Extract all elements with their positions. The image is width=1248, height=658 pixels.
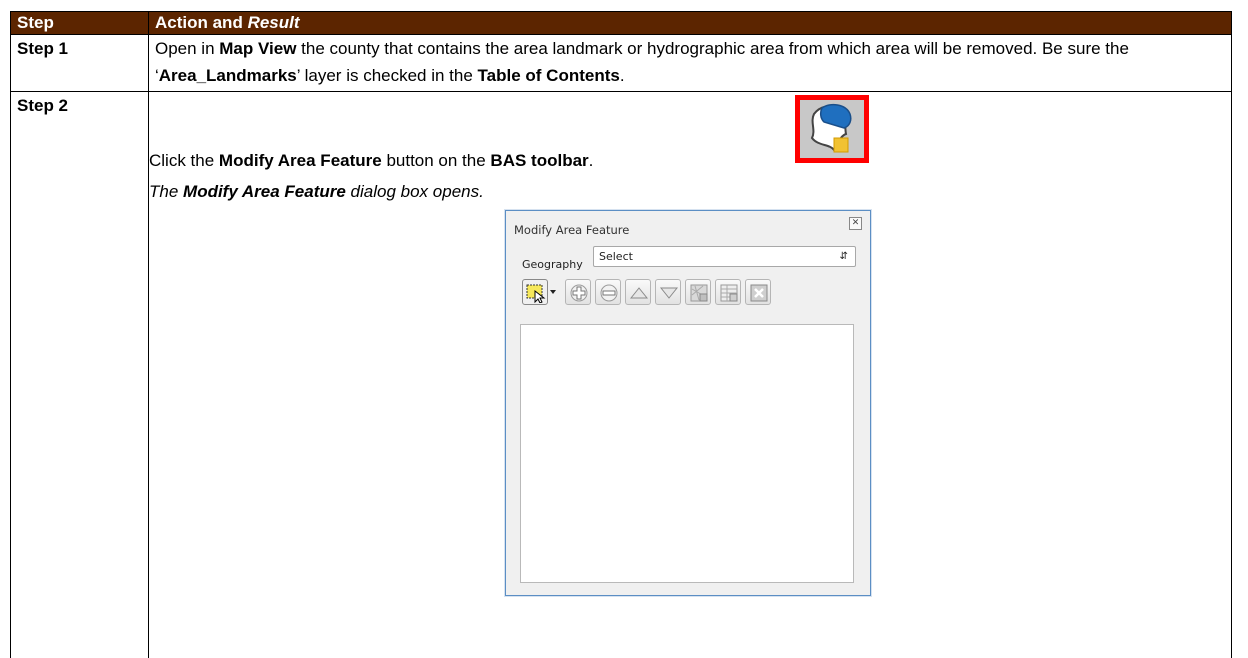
select-feature-icon [526, 283, 546, 303]
step1-b3: Table of Contents [478, 66, 620, 85]
remove-button[interactable] [595, 279, 621, 305]
step2-instruction: Click the Modify Area Feature button on … [149, 147, 593, 174]
geography-label: Geography [522, 251, 583, 278]
move-up-button[interactable] [625, 279, 651, 305]
step2-b1: Modify Area Feature [219, 151, 382, 170]
step2-result: The Modify Area Feature dialog box opens… [149, 178, 484, 205]
header-result-text: Result [248, 13, 300, 32]
step2-t1: Click the [149, 151, 219, 170]
remove-icon [599, 283, 619, 303]
geography-select[interactable]: Select ⇵ [593, 246, 856, 267]
steps-table: Step Action and Result Step 1 Open in Ma… [10, 11, 1232, 658]
step1-b1: Map View [219, 39, 296, 58]
header-step: Step [11, 12, 149, 35]
step1-b2: Area_Landmarks [159, 66, 297, 85]
step1-t3: ’ layer is checked in the [297, 66, 478, 85]
table-icon [719, 283, 739, 303]
add-button[interactable] [565, 279, 591, 305]
close-icon[interactable]: ✕ [849, 217, 862, 230]
select-feature-button[interactable] [522, 279, 548, 305]
modify-area-feature-dialog: Modify Area Feature ✕ Geography Select ⇵ [505, 210, 871, 596]
step1-row: Step 1 Open in Map View the county that … [11, 35, 1232, 92]
step2-label: Step 2 [11, 92, 149, 658]
dropdown-arrow-icon [548, 283, 558, 303]
step2-result-prefix: The [149, 182, 183, 201]
step2-b2: BAS toolbar [490, 151, 588, 170]
move-up-icon [629, 283, 649, 303]
cancel-icon [749, 283, 769, 303]
step2-t3: . [589, 151, 594, 170]
dialog-title: Modify Area Feature [514, 217, 629, 244]
step2-content: Click the Modify Area Feature button on … [149, 92, 1232, 658]
table-button[interactable] [715, 279, 741, 305]
table-header-row: Step Action and Result [11, 12, 1232, 35]
step1-label: Step 1 [11, 35, 149, 92]
select-arrows-icon: ⇵ [840, 247, 848, 266]
select-dropdown-button[interactable] [548, 279, 558, 305]
modify-area-feature-icon [795, 95, 869, 163]
geography-value: Select [599, 250, 633, 263]
move-down-icon [659, 283, 679, 303]
add-icon [569, 283, 589, 303]
map-button[interactable] [685, 279, 711, 305]
header-action: Action and Result [149, 12, 1232, 35]
map-icon [689, 283, 709, 303]
step2-t2: button on the [382, 151, 491, 170]
cancel-button[interactable] [745, 279, 771, 305]
step2-result-bold: Modify Area Feature [183, 182, 346, 201]
move-down-button[interactable] [655, 279, 681, 305]
step2-result-rest: dialog box opens. [346, 182, 484, 201]
feature-list[interactable] [520, 324, 854, 583]
step1-text: Open in Map View the county that contain… [149, 35, 1232, 92]
header-action-text: Action and [155, 13, 248, 32]
step1-t1: Open in [155, 39, 219, 58]
step1-t4: . [620, 66, 625, 85]
step2-row: Step 2 Click the Modify Area Feature but… [11, 92, 1232, 658]
